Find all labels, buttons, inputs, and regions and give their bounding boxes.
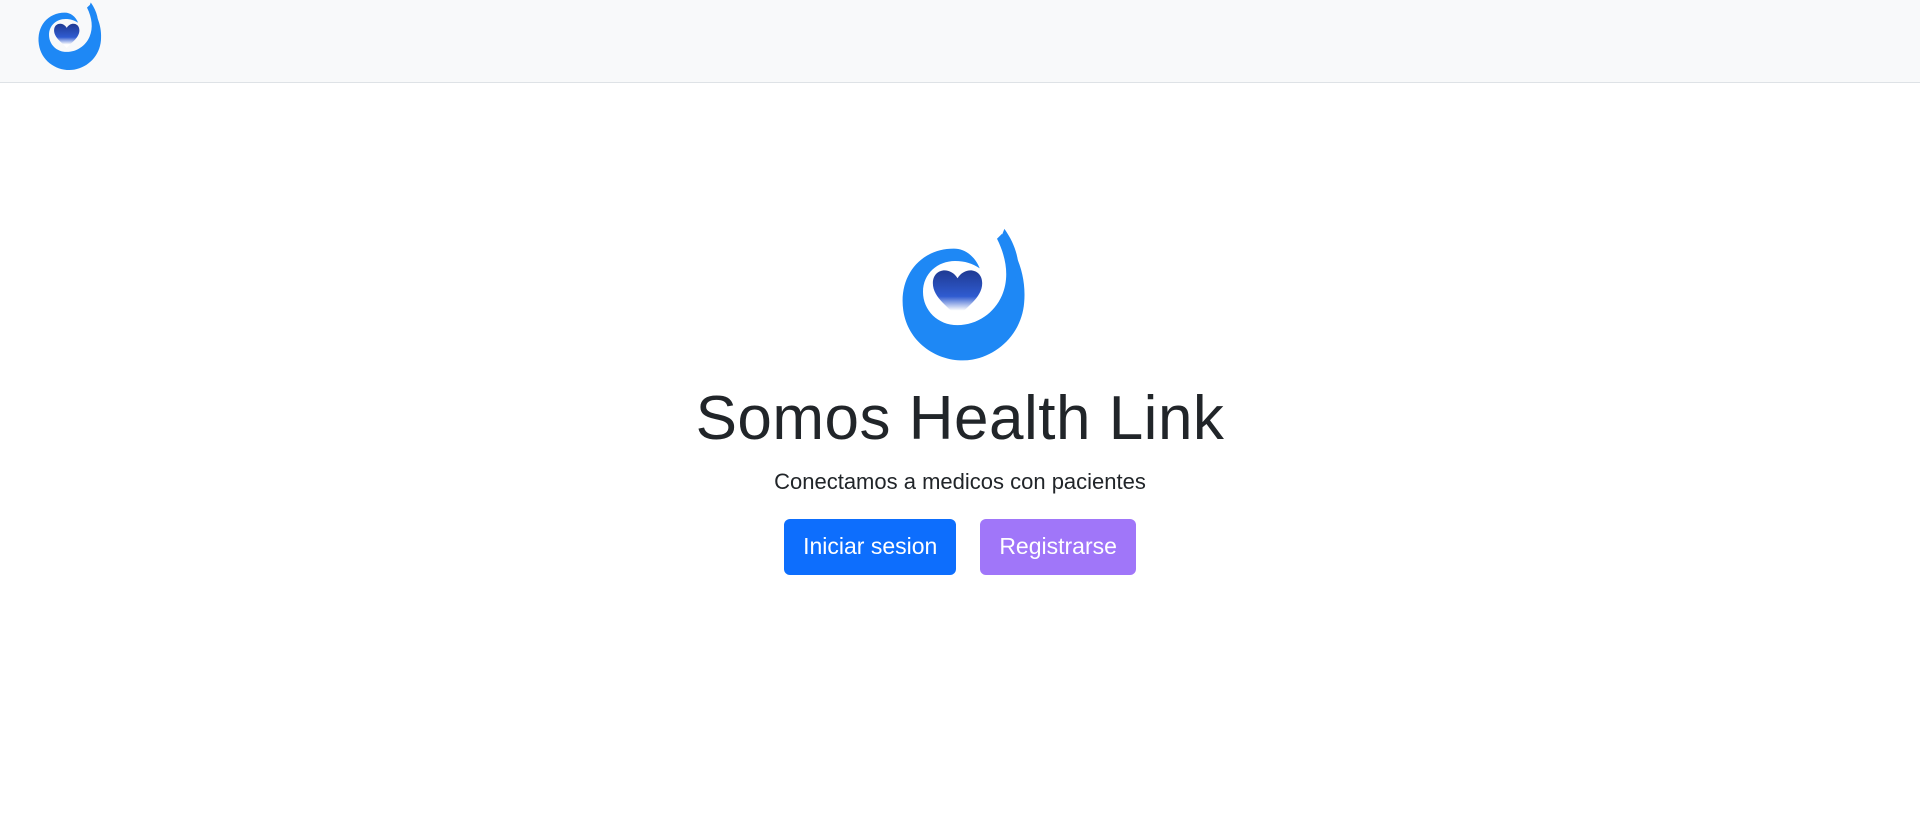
hero-section: Somos Health Link Conectamos a medicos c… (0, 224, 1920, 575)
health-link-logo-icon[interactable] (28, 0, 108, 76)
action-buttons: Iniciar sesion Registrarse (784, 518, 1136, 575)
login-button[interactable]: Iniciar sesion (784, 518, 957, 575)
page-subtitle: Conectamos a medicos con pacientes (774, 469, 1146, 495)
register-button[interactable]: Registrarse (980, 518, 1136, 575)
navbar (0, 0, 1920, 83)
page-title: Somos Health Link (695, 384, 1225, 453)
health-link-logo-icon (902, 228, 1025, 361)
